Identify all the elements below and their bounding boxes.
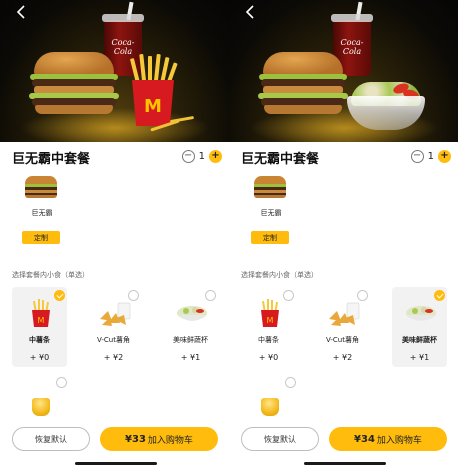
customize-button[interactable]: 定制 xyxy=(251,231,289,244)
big-mac-thumbnail xyxy=(24,176,58,198)
option-name: 美味鲜蔬杯 xyxy=(173,336,208,344)
svg-text:M: M xyxy=(38,316,45,325)
option-potato-wedges[interactable]: V-Cut薯角 + ¥2 xyxy=(315,287,370,367)
option-veggie-cup[interactable]: 美味鲜蔬杯 + ¥1 xyxy=(392,287,447,367)
back-button[interactable] xyxy=(14,4,30,20)
left-screen: Coca-Cola M 巨无霸中套餐 − 1 + 巨无霸 定制 选择套餐内小食（… xyxy=(0,0,229,471)
home-indicator xyxy=(304,462,386,465)
add-to-cart-button[interactable]: ¥34 加入购物车 xyxy=(329,427,447,451)
corn-cup-icon xyxy=(261,398,279,416)
quantity-value: 1 xyxy=(427,150,434,162)
salad-bowl xyxy=(347,80,425,130)
chevron-left-icon xyxy=(245,5,254,19)
mcdonalds-logo: M xyxy=(144,96,162,117)
option-price: + ¥2 xyxy=(103,353,124,362)
hero-image: Coca-Cola xyxy=(229,0,458,142)
product-title: 巨无霸中套餐 xyxy=(241,152,320,167)
option-veggie-cup[interactable]: 美味鲜蔬杯 + ¥1 xyxy=(163,287,218,367)
option-name: 中薯条 xyxy=(29,336,50,344)
main-item: 巨无霸 xyxy=(24,176,60,218)
chevron-left-icon xyxy=(16,5,25,19)
cart-label: 加入购物车 xyxy=(376,435,422,446)
option-radio[interactable] xyxy=(285,377,296,388)
option-corn-cup[interactable] xyxy=(251,377,297,423)
hero-image: Coca-Cola M xyxy=(0,0,229,142)
option-price: + ¥1 xyxy=(180,353,201,362)
decrease-quantity-button[interactable]: − xyxy=(181,149,195,163)
section-label: 选择套餐内小食（单选） xyxy=(241,271,318,279)
bottom-bar: 恢复默认 ¥34 加入购物车 xyxy=(229,423,458,471)
option-corn-cup[interactable] xyxy=(22,377,68,423)
back-button[interactable] xyxy=(243,4,259,20)
reset-default-button[interactable]: 恢复默认 xyxy=(12,427,90,451)
main-item-label: 巨无霸 xyxy=(31,209,53,217)
option-fries[interactable]: M 中薯条 + ¥0 xyxy=(12,287,67,367)
home-indicator xyxy=(75,462,157,465)
title-row: 巨无霸中套餐 − 1 + xyxy=(241,148,451,168)
big-mac-thumbnail xyxy=(253,176,287,198)
cart-total: ¥33 xyxy=(125,433,146,445)
product-title: 巨无霸中套餐 xyxy=(12,152,91,167)
veggie-cup-icon xyxy=(175,299,209,327)
option-price: + ¥0 xyxy=(258,353,279,362)
potato-wedges-icon xyxy=(98,299,132,327)
veggie-cup-icon xyxy=(404,299,438,327)
title-row: 巨无霸中套餐 − 1 + xyxy=(12,148,222,168)
customize-button[interactable]: 定制 xyxy=(22,231,60,244)
svg-text:M: M xyxy=(267,316,274,325)
right-screen: Coca-Cola 巨无霸中套餐 − 1 + 巨无霸 定制 选择套餐内小食（单选… xyxy=(229,0,458,471)
option-name: 中薯条 xyxy=(258,336,279,344)
increase-quantity-button[interactable]: + xyxy=(438,149,451,163)
fries-icon: M xyxy=(253,299,287,327)
potato-wedges-icon xyxy=(327,299,361,327)
option-potato-wedges[interactable]: V-Cut薯角 + ¥2 xyxy=(86,287,141,367)
add-to-cart-button[interactable]: ¥33 加入购物车 xyxy=(100,427,218,451)
decrease-quantity-button[interactable]: − xyxy=(410,149,424,163)
section-label: 选择套餐内小食（单选） xyxy=(12,271,89,279)
main-item-label: 巨无霸 xyxy=(260,209,282,217)
option-price: + ¥0 xyxy=(29,353,50,362)
cart-label: 加入购物车 xyxy=(147,435,193,446)
option-name: V-Cut薯角 xyxy=(97,336,130,344)
fries-icon: M xyxy=(24,299,58,327)
quantity-stepper: − 1 + xyxy=(410,149,451,163)
reset-default-button[interactable]: 恢复默认 xyxy=(241,427,319,451)
quantity-stepper: − 1 + xyxy=(181,149,222,163)
option-price: + ¥1 xyxy=(409,353,430,362)
big-mac-burger xyxy=(257,52,349,114)
option-name: 美味鲜蔬杯 xyxy=(402,336,437,344)
big-mac-burger xyxy=(28,52,120,114)
option-price: + ¥2 xyxy=(332,353,353,362)
main-item: 巨无霸 xyxy=(253,176,289,218)
fries-box: M xyxy=(128,53,180,128)
option-name: V-Cut薯角 xyxy=(326,336,359,344)
cart-total: ¥34 xyxy=(354,433,375,445)
increase-quantity-button[interactable]: + xyxy=(209,149,222,163)
option-fries[interactable]: M 中薯条 + ¥0 xyxy=(241,287,296,367)
quantity-value: 1 xyxy=(198,150,205,162)
corn-cup-icon xyxy=(32,398,50,416)
option-radio[interactable] xyxy=(56,377,67,388)
bottom-bar: 恢复默认 ¥33 加入购物车 xyxy=(0,423,229,471)
